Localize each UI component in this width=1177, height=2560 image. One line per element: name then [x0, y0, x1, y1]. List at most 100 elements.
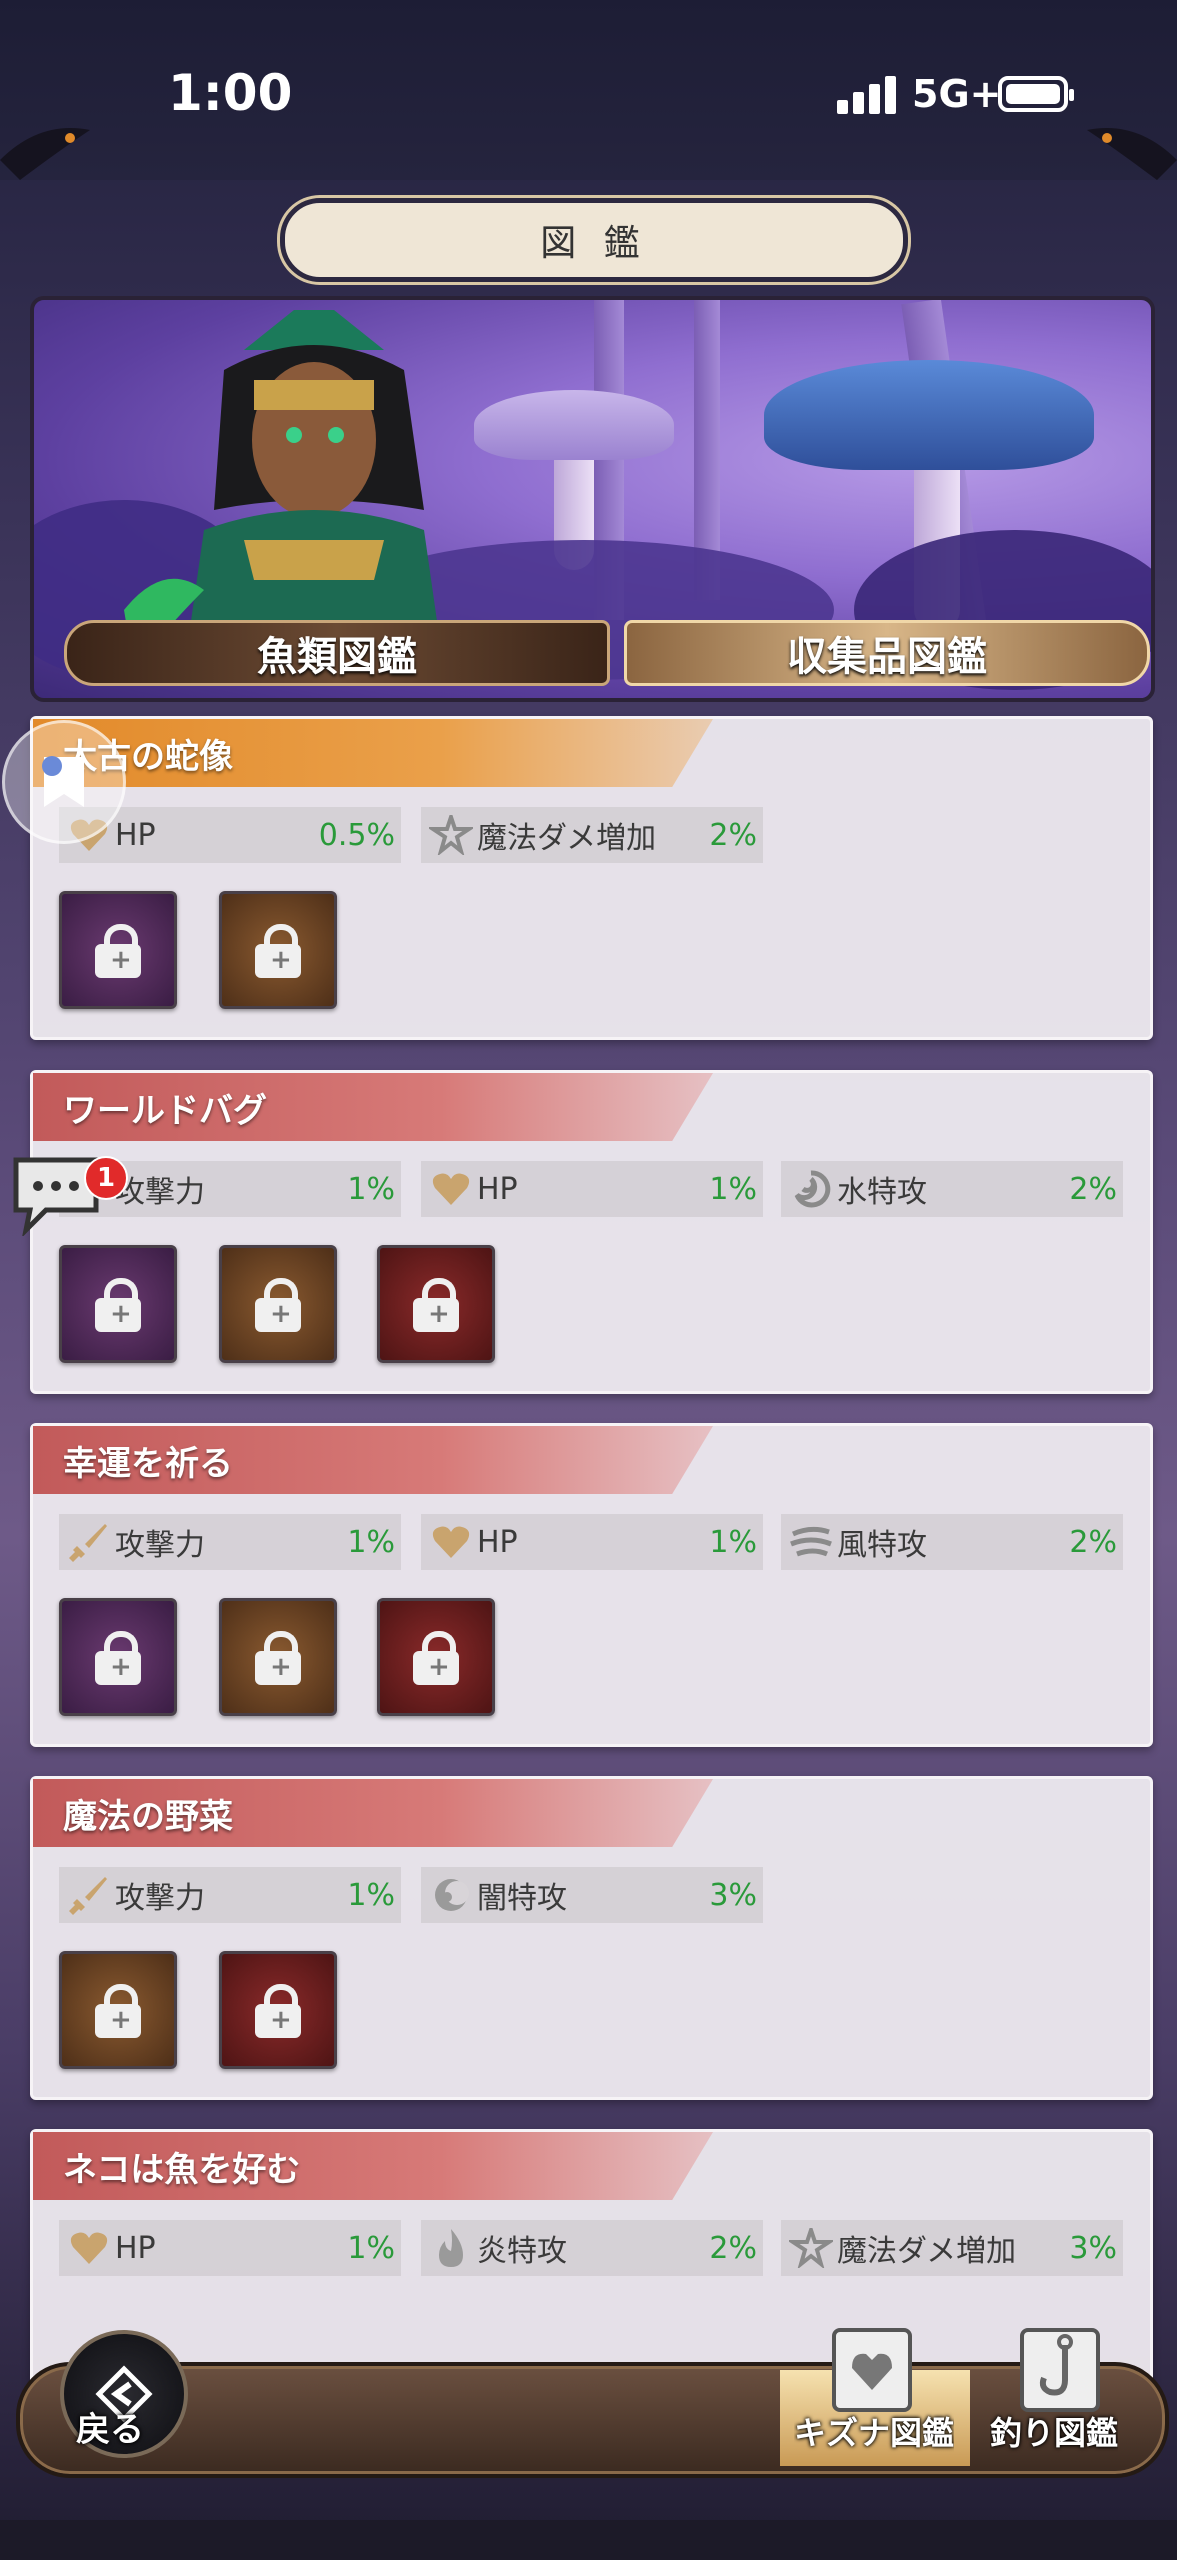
lock-icon: [255, 1631, 301, 1685]
card-title: ワールドバグ: [33, 1073, 713, 1141]
lock-icon: [413, 1278, 459, 1332]
stat-name: 魔法ダメ増加: [477, 821, 657, 856]
stat-bonus: 攻撃力 1%: [59, 1514, 401, 1570]
heart-icon: [429, 1167, 473, 1211]
stat-value: 2%: [1069, 1524, 1117, 1560]
mushroom-cap: [474, 390, 674, 460]
tab-collectibles-encyclopedia[interactable]: 収集品図鑑: [624, 620, 1150, 686]
lock-icon: [255, 1278, 301, 1332]
lock-icon: [413, 1631, 459, 1685]
stat-value: 2%: [1069, 1171, 1117, 1207]
back-button-label[interactable]: 戻る: [76, 2402, 144, 2451]
tab-fish-encyclopedia[interactable]: 魚類図鑑: [64, 620, 610, 686]
stat-bonus: 闇特攻 3%: [421, 1867, 763, 1923]
stat-name: 魔法ダメ増加: [837, 2234, 1017, 2269]
collection-card: 太古の蛇像 HP 0.5% 魔法ダメ増加 2%: [30, 716, 1153, 1040]
collection-card: ワールドバグ攻撃力 1% HP 1% 水特攻 2%: [30, 1070, 1153, 1394]
stat-name: HP: [477, 1171, 518, 1207]
collectible-slot[interactable]: [377, 1598, 495, 1716]
battery-icon: [998, 76, 1074, 112]
mushroom-cap: [764, 360, 1094, 470]
stat-name: 闇特攻: [477, 1881, 567, 1916]
stat-value: 3%: [1069, 2230, 1117, 2266]
signal-icon: [837, 76, 897, 114]
lock-icon: [95, 1278, 141, 1332]
status-time: 1:00: [168, 64, 293, 122]
card-title: 魔法の野菜: [33, 1779, 713, 1847]
collectible-slot[interactable]: [377, 1245, 495, 1363]
collectible-slot[interactable]: [59, 1598, 177, 1716]
collection-card: ネコは魚を好む HP 1% 炎特攻 2% 魔法ダメ増加 3%: [30, 2129, 1153, 2395]
floating-assist-button[interactable]: [2, 720, 126, 844]
status-bar: 1:00 5G+: [0, 0, 1177, 180]
stat-bonus: 炎特攻 2%: [421, 2220, 763, 2276]
stat-value: 1%: [347, 1524, 395, 1560]
collectible-slot[interactable]: [59, 1245, 177, 1363]
stat-value: 3%: [709, 1877, 757, 1913]
stat-value: 2%: [709, 2230, 757, 2266]
nav-kizuna-label[interactable]: キズナ図鑑: [794, 2408, 954, 2454]
stat-bonus: 魔法ダメ増加 3%: [781, 2220, 1123, 2276]
stat-bonus: 魔法ダメ増加 2%: [421, 807, 763, 863]
sword-icon: [67, 1520, 111, 1564]
magic-icon: [789, 2226, 833, 2270]
stat-bonus: 攻撃力 1%: [59, 1867, 401, 1923]
stat-name: 風特攻: [837, 1528, 927, 1563]
flag-icon: [42, 756, 84, 807]
stat-name: HP: [115, 817, 156, 853]
collectible-slot[interactable]: [219, 1245, 337, 1363]
stat-name: 炎特攻: [477, 2234, 567, 2269]
stat-value: 1%: [347, 1877, 395, 1913]
character-portrait: [124, 310, 444, 670]
stat-value: 0.5%: [318, 817, 395, 853]
heart-icon: [67, 2226, 111, 2270]
card-title: 太古の蛇像: [33, 719, 713, 787]
stat-name: 攻撃力: [115, 1175, 205, 1210]
collectible-slot[interactable]: [219, 1951, 337, 2069]
dark-icon: [429, 1873, 473, 1917]
collectible-slot[interactable]: [59, 1951, 177, 2069]
fire-icon: [429, 2226, 473, 2270]
snake-ornament-left-icon: [0, 128, 90, 180]
stat-value: 2%: [709, 817, 757, 853]
stat-value: 1%: [709, 1171, 757, 1207]
stat-bonus: HP 1%: [421, 1161, 763, 1217]
stat-name: 攻撃力: [115, 1528, 205, 1563]
collection-card: 魔法の野菜攻撃力 1% 闇特攻 3%: [30, 1776, 1153, 2100]
card-title: ネコは魚を好む: [33, 2132, 713, 2200]
collectible-slot[interactable]: [59, 891, 177, 1009]
lock-icon: [95, 924, 141, 978]
stat-bonus: 水特攻 2%: [781, 1161, 1123, 1217]
lock-icon: [95, 1984, 141, 2038]
stat-name: HP: [115, 2230, 156, 2266]
page-title: 図 鑑: [280, 198, 908, 282]
card-title: 幸運を祈る: [33, 1426, 713, 1494]
collectible-slot[interactable]: [219, 1598, 337, 1716]
water-icon: [789, 1167, 833, 1211]
header-banner: 魚類図鑑 収集品図鑑: [30, 296, 1155, 702]
collectible-slot[interactable]: [219, 891, 337, 1009]
stat-name: HP: [477, 1524, 518, 1560]
lock-icon: [95, 1631, 141, 1685]
stat-value: 1%: [709, 1524, 757, 1560]
stat-name: 攻撃力: [115, 1881, 205, 1916]
sword-icon: [67, 1873, 111, 1917]
lock-icon: [255, 924, 301, 978]
chat-badge: 1: [84, 1156, 128, 1200]
stat-bonus: HP 1%: [59, 2220, 401, 2276]
network-type: 5G+: [912, 72, 1002, 116]
banner-tab-bar: 魚類図鑑 収集品図鑑: [64, 620, 1150, 686]
lock-icon: [255, 1984, 301, 2038]
stat-value: 1%: [347, 1171, 395, 1207]
stat-name: 水特攻: [837, 1175, 927, 1210]
page-title-text: 図 鑑: [540, 223, 648, 264]
heart-icon: [429, 1520, 473, 1564]
stat-value: 1%: [347, 2230, 395, 2266]
snake-ornament-right-icon: [1087, 128, 1177, 180]
wind-icon: [789, 1520, 833, 1564]
stat-bonus: 風特攻 2%: [781, 1514, 1123, 1570]
bottom-ornament: [0, 2520, 1177, 2560]
stat-bonus: HP 1%: [421, 1514, 763, 1570]
nav-fishing-label[interactable]: 釣り図鑑: [990, 2408, 1118, 2454]
collection-card: 幸運を祈る攻撃力 1% HP 1% 風特攻 2%: [30, 1423, 1153, 1747]
